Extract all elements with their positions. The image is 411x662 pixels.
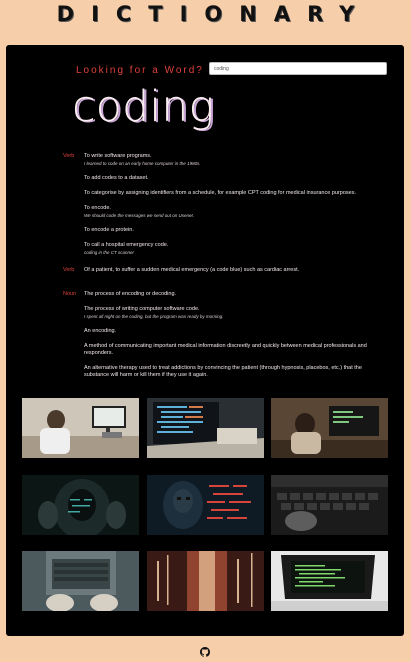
photo-hooded-figure[interactable]	[22, 475, 139, 535]
photo-workspace-monitor[interactable]	[271, 398, 388, 458]
definition-text: The process of writing computer software…	[84, 306, 200, 312]
definition-example: I spent all night on the coding, but the…	[84, 314, 224, 319]
definition: To add codes to a dataset.	[84, 175, 384, 182]
definition: To encode. We should code the messages w…	[84, 205, 384, 219]
definition-example: coding in the CT scanner	[84, 250, 135, 255]
definition: A method of communicating important medi…	[84, 343, 384, 357]
photo-masked-hacker[interactable]	[147, 475, 264, 535]
definition: An alternative therapy used to treat add…	[84, 365, 384, 379]
search-prompt: Looking for a Word?	[76, 65, 204, 76]
definition: To call a hospital emergency code. codin…	[84, 242, 384, 256]
part-of-speech: Verb	[63, 153, 75, 159]
definition: The process of writing computer software…	[84, 306, 384, 320]
definition-text: To categorise by assigning identifiers f…	[84, 190, 356, 196]
definition-text: To add codes to a dataset.	[84, 175, 149, 181]
definition: The process of encoding or decoding.	[84, 291, 384, 298]
photo-hands-typing[interactable]	[22, 551, 139, 611]
definition-text: To call a hospital emergency code.	[84, 242, 169, 248]
definition-list: Of a patient, to suffer a sudden medical…	[84, 267, 384, 282]
photo-laptop-code[interactable]	[147, 398, 264, 458]
part-of-speech: Noun	[63, 291, 77, 297]
site-logo: DICTIONARY	[56, 2, 372, 26]
photo-laptop-screen-code[interactable]	[271, 551, 388, 611]
definition: To categorise by assigning identifiers f…	[84, 190, 384, 197]
photo-red-light-trails[interactable]	[147, 551, 264, 611]
definition-text: The process of encoding or decoding.	[84, 291, 177, 297]
search-input[interactable]	[209, 62, 387, 75]
definition: To encode a protein.	[84, 227, 384, 234]
photo-keyboard-dark[interactable]	[271, 475, 388, 535]
definition-text: An encoding.	[84, 328, 117, 334]
definition: Of a patient, to suffer a sudden medical…	[84, 267, 384, 274]
definition-text: A method of communicating important medi…	[84, 343, 367, 356]
definition-text: To encode.	[84, 205, 111, 211]
github-icon[interactable]	[200, 644, 211, 657]
definition-list: The process of encoding or decoding. The…	[84, 291, 384, 387]
definition-text: Of a patient, to suffer a sudden medical…	[84, 267, 300, 273]
definition-text: An alternative therapy used to treat add…	[84, 365, 362, 378]
part-of-speech: Verb	[63, 267, 75, 273]
definition-text: To write software programs.	[84, 153, 152, 159]
definition: An encoding.	[84, 328, 384, 335]
photo-person-at-desk[interactable]	[22, 398, 139, 458]
definition-example: I learned to code on an early home compu…	[84, 161, 201, 166]
definition-text: To encode a protein.	[84, 227, 134, 233]
definition-example: We should code the messages we send out …	[84, 213, 194, 218]
headword: coding	[72, 82, 215, 132]
definition-list: To write software programs. I learned to…	[84, 153, 384, 264]
definition: To write software programs. I learned to…	[84, 153, 384, 167]
